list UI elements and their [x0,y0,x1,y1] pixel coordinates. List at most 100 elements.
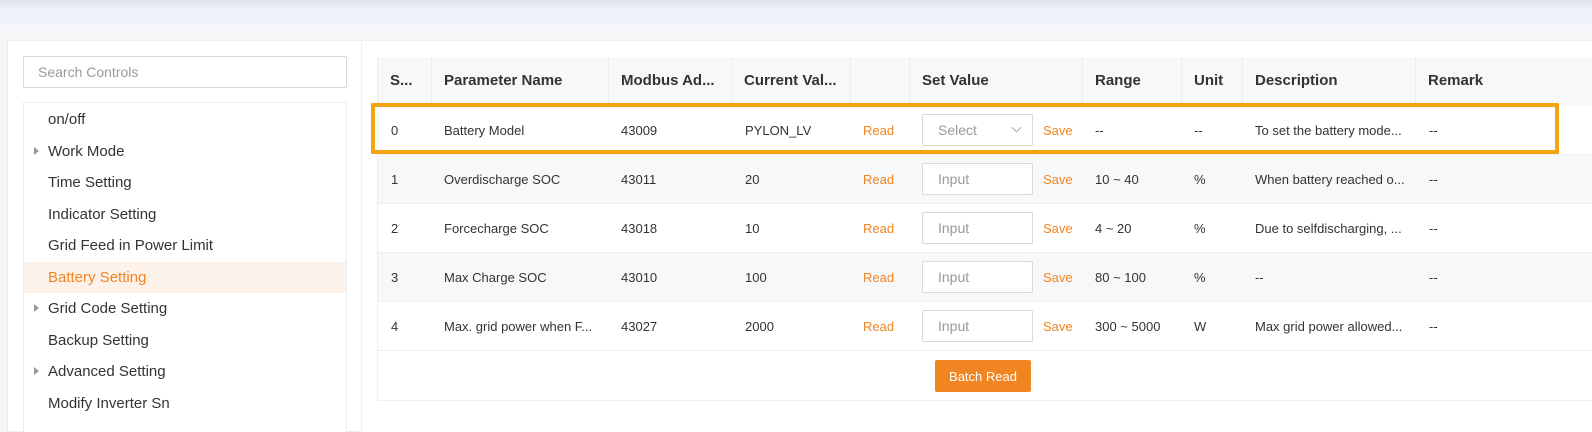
cell-parameter-name: Battery Model [444,123,525,138]
caret-right-icon[interactable] [34,367,39,375]
cell-unit: % [1194,221,1206,236]
save-link[interactable]: Save [1043,302,1073,351]
cell-sn: 0 [391,123,399,138]
cell-range: 4 ~ 20 [1095,221,1132,236]
cell-remark: -- [1429,172,1438,187]
placeholder-text: Input [938,318,970,334]
cell-range: 80 ~ 100 [1095,270,1146,285]
cell-remark: -- [1429,270,1438,285]
placeholder-text: Select [938,122,977,138]
cell-parameter-name: Max Charge SOC [444,270,547,285]
cell-sn: 4 [391,319,399,334]
set-value-input[interactable]: Input [922,212,1033,244]
header-sn[interactable]: S... [378,57,432,105]
cell-current-value: 100 [745,270,767,285]
read-link[interactable]: Read [863,253,894,302]
cell-modbus-address: 43018 [621,221,658,236]
header-read [851,57,910,105]
save-link[interactable]: Save [1043,253,1073,302]
cell-range: 10 ~ 40 [1095,172,1139,187]
read-link[interactable]: Read [863,106,894,155]
cell-current-value: PYLON_LV [745,123,812,138]
menu-item[interactable]: Backup Setting [24,325,346,356]
menu-item-label: Grid Feed in Power Limit [48,237,214,254]
header-unit[interactable]: Unit [1182,57,1243,105]
cell-description: Max grid power allowed... [1255,319,1403,334]
cell-parameter-name: Overdischarge SOC [444,172,561,187]
menu-item[interactable]: Battery Setting [24,261,346,293]
table-row: 3 Max Charge SOC 43010 100 Read Input Save 80 ~… [378,253,1592,302]
header-parameter-name[interactable]: Parameter Name [432,57,609,105]
cell-current-value: 2000 [745,319,774,334]
header-modbus-address[interactable]: Modbus Ad... [609,57,732,105]
menu-item-label: Battery Setting [48,268,147,286]
set-value-select[interactable]: Select [922,114,1033,146]
table-row: 2 Forcecharge SOC 43018 10 Read Input Save 4 ~ … [378,204,1592,253]
cell-description: To set the battery mode... [1255,123,1402,138]
menu-item[interactable]: Advanced Setting [24,356,346,387]
top-bar [0,0,1592,25]
cell-sn: 3 [391,270,399,285]
menu-item[interactable]: Modify Inverter Sn [24,388,346,419]
controls-menu: on/off Work Mode Time Setting Indicator Set… [23,102,347,432]
cell-remark: -- [1429,319,1438,334]
menu-item-label: Work Mode [48,142,125,160]
menu-item[interactable]: Grid Code Setting [24,293,346,324]
menu-item[interactable]: Grid Feed in Power Limit [24,230,346,261]
header-remark[interactable]: Remark [1416,57,1592,105]
set-value-input[interactable]: Input [922,163,1033,195]
cell-description: Due to selfdischarging, ... [1255,221,1402,236]
cell-unit: % [1194,270,1206,285]
read-link[interactable]: Read [863,204,894,253]
menu-item-label: Backup Setting [48,331,149,349]
chevron-down-icon [1011,122,1022,133]
cell-unit: -- [1194,123,1203,138]
menu-item[interactable]: Indicator Setting [24,199,346,230]
cell-sn: 2 [391,221,399,236]
menu-item-label: Advanced Setting [48,363,166,380]
save-link[interactable]: Save [1043,155,1073,204]
save-link[interactable]: Save [1043,106,1073,155]
header-description[interactable]: Description [1243,57,1416,105]
table-row: 4 Max. grid power when F... 43027 2000 Read I… [378,302,1592,351]
set-value-input[interactable]: Input [922,261,1033,293]
cell-parameter-name: Max. grid power when F... [444,319,593,334]
batch-read-button[interactable]: Batch Read [935,360,1031,392]
table-row: 1 Overdischarge SOC 43011 20 Read Input Save 10… [378,155,1592,204]
menu-item-label: on/off [48,111,86,128]
menu-item-label: Indicator Setting [48,205,157,223]
read-link[interactable]: Read [863,302,894,351]
placeholder-text: Input [938,220,970,236]
table-row: 0 Battery Model 43009 PYLON_LV Read Select Sav… [378,106,1592,155]
cell-range: -- [1095,123,1104,138]
placeholder-text: Input [938,269,970,285]
caret-right-icon[interactable] [34,146,39,155]
set-value-input[interactable]: Input [922,310,1033,342]
cell-remark: -- [1429,123,1438,138]
header-current-value[interactable]: Current Val... [732,57,851,105]
header-set-value[interactable]: Set Value [910,57,1083,105]
cell-modbus-address: 43011 [621,172,657,187]
menu-item[interactable]: Work Mode [24,136,346,167]
caret-right-icon[interactable] [34,304,39,312]
cell-unit: % [1194,172,1206,187]
cell-sn: 1 [391,172,399,187]
menu-item[interactable]: on/off [24,104,346,135]
cell-current-value: 10 [745,221,760,236]
cell-remark: -- [1429,221,1438,236]
placeholder-text: Input [938,171,970,187]
cell-modbus-address: 43027 [621,319,658,334]
menu-item[interactable]: Time Setting [24,167,346,198]
header-range[interactable]: Range [1083,57,1182,105]
cell-description: -- [1255,270,1264,285]
menu-item-label: Time Setting [48,174,132,191]
cell-modbus-address: 43010 [621,270,658,285]
menu-item-label: Grid Code Setting [48,300,168,317]
search-controls-input[interactable] [23,56,347,88]
read-link[interactable]: Read [863,155,894,204]
save-link[interactable]: Save [1043,204,1073,253]
cell-description: When battery reached o... [1255,172,1405,187]
cell-parameter-name: Forcecharge SOC [444,221,549,236]
cell-unit: W [1194,319,1207,334]
cell-modbus-address: 43009 [621,123,658,138]
